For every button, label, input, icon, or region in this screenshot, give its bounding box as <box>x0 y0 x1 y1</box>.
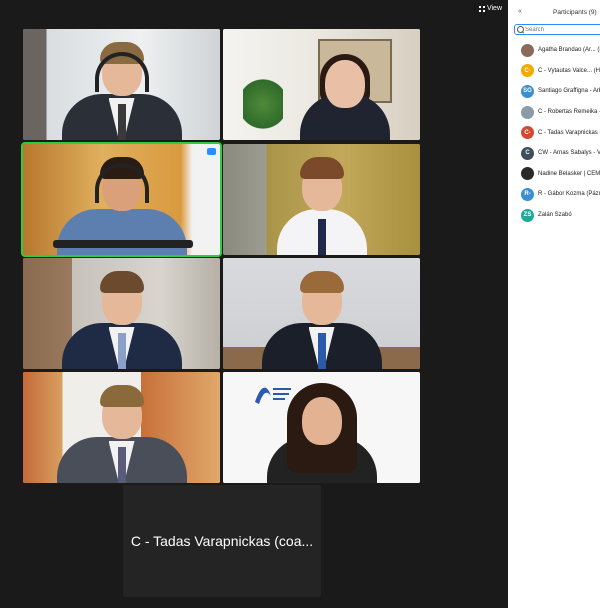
participant-video <box>56 383 187 483</box>
video-tile-camera-off[interactable]: C - Tadas Varapnickas (coa... <box>123 485 321 597</box>
participants-panel-header: « Participants (9) <box>508 0 600 24</box>
avatar-initials: SG <box>521 84 534 98</box>
participant-video <box>61 40 182 140</box>
avatar-initials: C- <box>521 126 534 140</box>
more-options-icon[interactable] <box>207 148 216 155</box>
participants-panel: « Participants (9) Agatha Brandao (Ar...… <box>508 0 600 608</box>
video-tile[interactable] <box>23 29 220 140</box>
participant-name: C - Robertas Remeika -... <box>538 109 600 116</box>
laptop <box>53 240 193 248</box>
participant-list-item[interactable]: C - Robertas Remeika -... <box>508 102 600 123</box>
participant-list-item[interactable]: ZS Zalán Szabó <box>508 205 600 226</box>
participant-name: C - Tadas Varapnickas ( <box>538 129 600 136</box>
participant-name-label: C - Tadas Varapnickas (coa... <box>130 533 314 549</box>
avatar-photo <box>521 105 534 119</box>
participant-list-item[interactable]: Agatha Brandao (Ar... (H <box>508 40 600 61</box>
video-tile[interactable] <box>23 372 220 483</box>
participant-name: Santiago Graffigna - Arb <box>538 88 600 95</box>
avatar-initials: C <box>521 146 534 160</box>
participant-list-item[interactable]: Nadine Belasker | CEM <box>508 164 600 185</box>
avatar-initials: R- <box>521 187 534 201</box>
participants-list: Agatha Brandao (Ar... (H C- C - Vytautas V… <box>508 40 600 225</box>
participant-name: Zalán Szabó <box>538 212 572 219</box>
participant-video <box>262 155 382 255</box>
collapse-panel-icon[interactable]: « <box>518 8 522 15</box>
participant-video <box>285 40 405 140</box>
participant-list-item[interactable]: C- C - Tadas Varapnickas ( <box>508 122 600 143</box>
video-tile-active-speaker[interactable] <box>21 142 222 257</box>
participant-name: CW - Arnas Sabalys - Vi <box>538 150 600 157</box>
avatar-initials: ZS <box>521 208 534 222</box>
view-button-label: View <box>486 5 502 12</box>
plant <box>243 69 283 139</box>
participants-panel-title: Participants (9) <box>553 9 597 16</box>
participant-video <box>261 269 382 369</box>
participant-name: R - Gábor Kozma (Pázm <box>538 191 600 198</box>
participant-list-item[interactable]: R- R - Gábor Kozma (Pázm <box>508 184 600 205</box>
video-tile[interactable] <box>223 258 420 369</box>
avatar-initials: C- <box>521 64 534 78</box>
participant-name: Nadine Belasker | CEM <box>538 170 600 177</box>
search-icon <box>517 26 524 33</box>
participants-search-box[interactable] <box>514 24 600 35</box>
video-tile[interactable] <box>23 258 220 369</box>
avatar-photo <box>521 167 534 181</box>
video-tile[interactable] <box>223 144 420 255</box>
participant-list-item[interactable]: SG Santiago Graffigna - Arb <box>508 81 600 102</box>
video-tile[interactable] <box>223 29 420 140</box>
participant-name: Agatha Brandao (Ar... (H <box>538 47 600 54</box>
participant-list-item[interactable]: C CW - Arnas Sabalys - Vi <box>508 143 600 164</box>
participant-list-item[interactable]: C- C - Vytautas Valce... (Ho <box>508 61 600 82</box>
view-button[interactable]: View <box>478 5 502 12</box>
video-gallery: View C - Tadas Varapnickas (coa... <box>0 0 508 608</box>
gallery-grid-icon <box>478 5 485 12</box>
participants-search-input[interactable] <box>525 25 600 34</box>
participant-name: C - Vytautas Valce... (Ho <box>538 67 600 74</box>
participant-video <box>61 269 182 369</box>
avatar-photo <box>521 43 534 57</box>
participant-video <box>262 383 382 483</box>
video-tile[interactable] <box>223 372 420 483</box>
